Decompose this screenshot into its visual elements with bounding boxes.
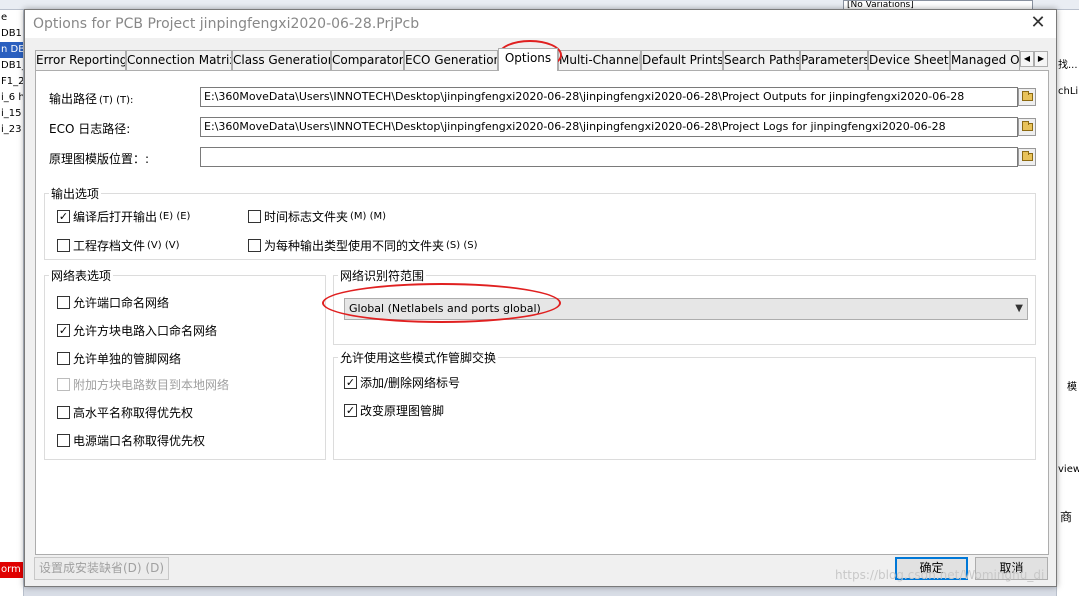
checkbox-box <box>57 406 70 419</box>
checkbox-box: ✓ <box>57 324 70 337</box>
checkbox-box <box>248 210 261 223</box>
net-identifier-scope-title: 网络识别符范围 <box>338 267 427 284</box>
tab-connection-matrix[interactable]: Connection Matrix <box>126 50 232 70</box>
folder-icon <box>1022 121 1033 131</box>
output-options-group: 输出选项 ✓ 编译后打开输出 (E) (E) 时间标志文件夹 (M) (M) 工程存档… <box>44 185 1036 260</box>
tab-device-sheets[interactable]: Device Sheets <box>868 50 950 70</box>
folder-icon <box>1022 151 1033 161</box>
tab-options[interactable]: Options <box>498 48 558 71</box>
tab-multi-channel[interactable]: Multi-Channel <box>558 50 641 70</box>
panel-item[interactable]: i_15 <box>0 106 23 122</box>
panel-status-item: orm <box>0 562 23 578</box>
checkbox-box <box>248 239 261 252</box>
tab-default-prints[interactable]: Default Prints <box>641 50 723 70</box>
right-panel-text: 商 <box>1060 510 1073 524</box>
change-schematic-pins-checkbox[interactable]: ✓ 改变原理图管脚 <box>344 402 444 419</box>
archive-project-document-checkbox[interactable]: 工程存档文件 (V) (V) <box>57 237 179 254</box>
checkbox-box <box>57 434 70 447</box>
panel-item[interactable]: F1_2 <box>0 74 23 90</box>
output-path-browse-button[interactable] <box>1018 88 1036 106</box>
panel-item[interactable]: DB1_ <box>0 58 23 74</box>
tab-comparator[interactable]: Comparator <box>331 50 404 70</box>
allow-single-pin-nets-checkbox[interactable]: 允许单独的管脚网络 <box>57 350 181 367</box>
eco-log-path-label: ECO 日志路径: <box>49 122 131 136</box>
options-tabbar: Error Reporting Connection Matrix Class … <box>35 48 1051 71</box>
panel-item-selected[interactable]: n DB <box>0 42 23 58</box>
eco-log-path-browse-button[interactable] <box>1018 118 1036 136</box>
right-panel-text: chLib <box>1058 86 1079 97</box>
pin-swapping-group: 允许使用这些模式作管脚交换 ✓ 添加/删除网络标号 ✓ 改变原理图管脚 <box>333 349 1036 460</box>
set-installation-defaults-button: 设置成安装缺省(D) (D) <box>34 557 169 580</box>
panel-item[interactable]: DB1 <box>0 26 23 42</box>
open-outputs-after-compile-checkbox[interactable]: ✓ 编译后打开输出 (E) (E) <box>57 208 190 225</box>
checkbox-box: ✓ <box>344 404 357 417</box>
tab-scroll-right-icon[interactable]: ▶ <box>1034 51 1048 67</box>
panel-item[interactable]: e <box>0 10 23 26</box>
project-options-dialog: Options for PCB Project jinpingfengxi202… <box>24 9 1057 587</box>
background-right-panel: 找... chLib 模 view 商 <box>1056 10 1079 596</box>
allow-sheet-entries-name-nets-checkbox[interactable]: ✓ 允许方块电路入口命名网络 <box>57 322 217 339</box>
template-path-label: 原理图模版位置：: <box>49 152 150 166</box>
output-path-label: 输出路径 (T) (T): <box>49 92 134 106</box>
checkbox-box: ✓ <box>344 376 357 389</box>
background-project-panel: e DB1 n DB DB1_ F1_2 i_6 h i_15 i_23 orm <box>0 10 24 596</box>
power-port-names-priority-checkbox[interactable]: 电源端口名称取得优先权 <box>57 432 205 449</box>
template-path-field[interactable] <box>200 147 1018 167</box>
tab-search-paths[interactable]: Search Paths <box>723 50 800 70</box>
folder-icon <box>1022 91 1033 101</box>
add-remove-net-labels-checkbox[interactable]: ✓ 添加/删除网络标号 <box>344 374 460 391</box>
tab-class-generation[interactable]: Class Generation <box>232 50 331 70</box>
output-options-title: 输出选项 <box>49 185 102 202</box>
checkbox-box <box>57 239 70 252</box>
pin-swapping-title: 允许使用这些模式作管脚交换 <box>338 349 499 366</box>
close-icon[interactable]: ✕ <box>1028 13 1048 33</box>
netlist-options-group: 网络表选项 允许端口命名网络 ✓ 允许方块电路入口命名网络 允许单独的管脚网络 附… <box>44 267 326 460</box>
options-tab-panel: 输出路径 (T) (T): E:\360MoveData\Users\INNOTE… <box>35 70 1049 555</box>
tab-parameters[interactable]: Parameters <box>800 50 868 70</box>
output-path-field[interactable]: E:\360MoveData\Users\INNOTECH\Desktop\ji… <box>200 87 1018 107</box>
dialog-title: Options for PCB Project jinpingfengxi202… <box>33 16 420 32</box>
checkbox-box: ✓ <box>57 210 70 223</box>
higher-level-names-priority-checkbox[interactable]: 高水平名称取得优先权 <box>57 404 193 421</box>
append-sheet-numbers-checkbox: 附加方块电路数目到本地网络 <box>57 376 229 393</box>
right-panel-text: 模 <box>1067 382 1077 393</box>
tab-error-reporting[interactable]: Error Reporting <box>35 50 126 70</box>
chevron-down-icon: ▼ <box>1015 303 1023 314</box>
net-identifier-scope-group: 网络识别符范围 Global (Netlabels and ports glob… <box>333 267 1036 345</box>
right-panel-text: 找... <box>1058 60 1078 71</box>
template-path-browse-button[interactable] <box>1018 148 1036 166</box>
checkbox-box <box>57 296 70 309</box>
net-identifier-scope-dropdown[interactable]: Global (Netlabels and ports global) ▼ <box>344 298 1028 320</box>
checkbox-box <box>57 352 70 365</box>
right-panel-text: view <box>1058 464 1079 475</box>
panel-item[interactable]: i_6 h <box>0 90 23 106</box>
dialog-titlebar: Options for PCB Project jinpingfengxi202… <box>25 10 1056 38</box>
panel-item[interactable]: i_23 <box>0 122 23 138</box>
watermark-text: https://blog.csdn.net/Wominghu_di <box>835 568 1045 582</box>
tab-eco-generation[interactable]: ECO Generation <box>404 50 498 70</box>
tab-scroll-left-icon[interactable]: ◀ <box>1020 51 1034 67</box>
tab-managed-outputs[interactable]: Managed O <box>950 50 1020 70</box>
timestamp-folder-checkbox[interactable]: 时间标志文件夹 (M) (M) <box>248 208 386 225</box>
separate-folder-per-output-checkbox[interactable]: 为每种输出类型使用不同的文件夹 (S) (S) <box>248 237 478 254</box>
eco-log-path-field[interactable]: E:\360MoveData\Users\INNOTECH\Desktop\ji… <box>200 117 1018 137</box>
netlist-options-title: 网络表选项 <box>49 267 114 284</box>
allow-ports-name-nets-checkbox[interactable]: 允许端口命名网络 <box>57 294 169 311</box>
checkbox-box <box>57 378 70 391</box>
